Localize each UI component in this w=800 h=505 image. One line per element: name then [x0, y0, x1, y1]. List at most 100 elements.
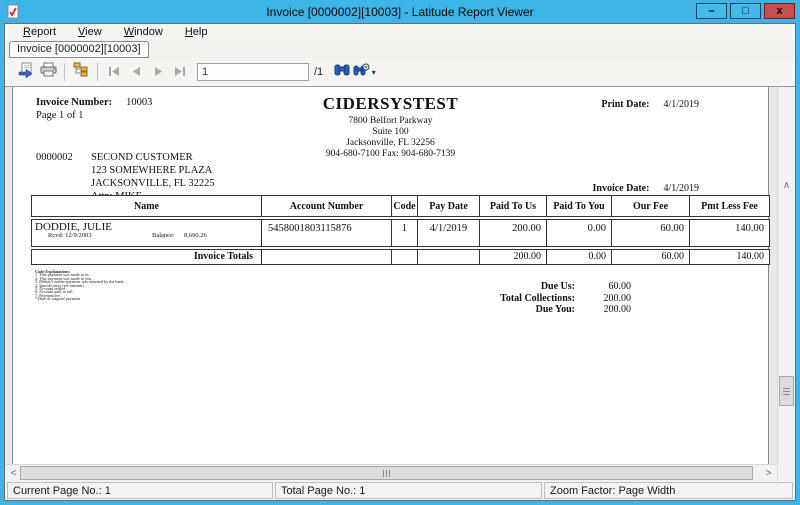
- title-bar: Invoice [0000002][10003] - Latitude Repo…: [0, 0, 800, 23]
- report-left-column: Invoice Number:10003 Page 1 of 1 CIDERSY…: [5, 87, 777, 481]
- total-collections-label: Total Collections:: [455, 293, 575, 305]
- customer-address-line1: 123 SOMEWHERE PLAZA: [91, 164, 215, 177]
- cell-name: DODDIE, JULIE Rcvd: 12/9/2003 Balance: 8…: [32, 220, 262, 246]
- code-explanation-line: * Date of original payment: [35, 297, 126, 300]
- export-button[interactable]: [15, 62, 37, 82]
- vertical-scrollbar[interactable]: ∧ ∨: [777, 87, 795, 481]
- column-header-code: Code: [392, 196, 418, 216]
- totals-empty-pay-date: [418, 250, 480, 264]
- totals-pmt-less-fee: 140.00: [690, 250, 769, 264]
- column-header-our-fee: Our Fee: [612, 196, 690, 216]
- print-date-value: 4/1/2019: [663, 99, 699, 110]
- next-page-icon: [154, 63, 163, 81]
- debtor-received-date: Rcvd: 12/9/2003: [48, 232, 92, 239]
- print-button[interactable]: [37, 62, 59, 82]
- minimize-button[interactable]: –: [696, 3, 727, 19]
- balance-label: Balance:: [152, 232, 175, 239]
- cell-code: 1: [392, 220, 418, 246]
- toolbar-separator: [64, 63, 65, 81]
- due-us-label: Due Us:: [455, 281, 575, 293]
- zoom-binoculars-icon: [353, 63, 370, 81]
- table-header-row: Name Account Number Code Pay Date Paid T…: [31, 195, 770, 217]
- vertical-scrollbar-thumb[interactable]: [779, 376, 794, 406]
- customer-name: SECOND CUSTOMER: [91, 151, 215, 164]
- menu-window[interactable]: Window: [124, 26, 163, 38]
- invoice-totals-label: Invoice Totals: [32, 250, 262, 264]
- company-address-line2: Suite 100: [13, 127, 768, 138]
- last-page-icon: [174, 63, 186, 81]
- minimize-icon: –: [708, 5, 714, 17]
- previous-page-icon: [132, 63, 141, 81]
- next-page-button[interactable]: [147, 62, 169, 82]
- code-explanations: Code Explanations: 1. This payment was m…: [35, 270, 126, 301]
- close-button[interactable]: x: [764, 3, 795, 19]
- cell-account-number: 5458001803115876: [262, 220, 392, 246]
- total-collections-value: 200.00: [575, 293, 631, 305]
- zoom-dropdown-icon[interactable]: ▾: [372, 68, 376, 77]
- status-current-page: Current Page No.: 1: [7, 482, 273, 499]
- cell-pmt-less-fee: 140.00: [690, 220, 769, 246]
- menu-view[interactable]: View: [78, 26, 102, 38]
- status-total-page: Total Page No.: 1: [275, 482, 542, 499]
- totals-our-fee: 60.00: [612, 250, 690, 264]
- cell-pay-date: 4/1/2019: [418, 220, 480, 246]
- table-data-row: DODDIE, JULIE Rcvd: 12/9/2003 Balance: 8…: [31, 219, 770, 247]
- totals-empty-account: [262, 250, 392, 264]
- print-date-block: Print Date: 4/1/2019: [601, 99, 699, 110]
- cell-paid-to-you: 0.00: [547, 220, 612, 246]
- maximize-button[interactable]: □: [730, 3, 761, 19]
- horizontal-scrollbar[interactable]: < >: [5, 464, 777, 481]
- menu-report[interactable]: Report: [23, 26, 56, 38]
- horizontal-scrollbar-thumb[interactable]: [20, 466, 753, 480]
- status-zoom-factor: Zoom Factor: Page Width: [544, 482, 793, 499]
- last-page-button[interactable]: [169, 62, 191, 82]
- page-number-input[interactable]: [197, 63, 309, 81]
- invoice-summary: Due Us: 60.00 Total Collections: 200.00 …: [455, 281, 631, 316]
- first-page-button[interactable]: [103, 62, 125, 82]
- status-bar: Current Page No.: 1 Total Page No.: 1 Zo…: [5, 481, 795, 500]
- toolbar-separator: [97, 63, 98, 81]
- totals-paid-to-you: 0.00: [547, 250, 612, 264]
- print-icon: [40, 62, 57, 82]
- cell-our-fee: 60.00: [612, 220, 690, 246]
- due-us-value: 60.00: [575, 281, 631, 293]
- column-header-account-number: Account Number: [262, 196, 392, 216]
- menu-help[interactable]: Help: [185, 26, 208, 38]
- customer-address-line2: JACKSONVILLE, FL 32225: [91, 177, 215, 190]
- company-address-line1: 7800 Belfort Parkway: [13, 116, 768, 127]
- totals-paid-to-us: 200.00: [480, 250, 547, 264]
- group-tree-icon: [73, 62, 89, 82]
- close-icon: x: [776, 5, 782, 17]
- due-you-value: 200.00: [575, 304, 631, 316]
- window-controls: – □ x: [696, 3, 795, 19]
- invoice-date-block: Invoice Date: 4/1/2019: [593, 183, 700, 194]
- due-you-label: Due You:: [455, 304, 575, 316]
- client-area: Report View Window Help Invoice [0000002…: [4, 23, 796, 501]
- report-viewport: Invoice Number:10003 Page 1 of 1 CIDERSY…: [5, 87, 777, 464]
- tab-invoice[interactable]: Invoice [0000002][10003]: [9, 41, 149, 58]
- scroll-right-icon[interactable]: >: [760, 465, 777, 481]
- report-main-area: Invoice Number:10003 Page 1 of 1 CIDERSY…: [5, 87, 795, 481]
- menu-bar: Report View Window Help: [5, 24, 795, 40]
- print-date-label: Print Date:: [601, 99, 649, 110]
- page-total-label: /1: [314, 66, 323, 78]
- summary-due-you: Due You: 200.00: [455, 304, 631, 316]
- column-header-paid-to-us: Paid To Us: [480, 196, 547, 216]
- summary-due-us: Due Us: 60.00: [455, 281, 631, 293]
- group-tree-button[interactable]: [70, 62, 92, 82]
- scroll-up-icon[interactable]: ∧: [778, 87, 795, 284]
- binoculars-icon: [334, 63, 350, 81]
- export-icon: [18, 62, 35, 83]
- zoom-button[interactable]: ▾: [353, 62, 375, 82]
- invoice-table: Name Account Number Code Pay Date Paid T…: [31, 195, 770, 265]
- totals-empty-code: [392, 250, 418, 264]
- invoice-date-label: Invoice Date:: [593, 183, 650, 194]
- column-header-pmt-less-fee: Pmt Less Fee: [690, 196, 769, 216]
- invoice-date-value: 4/1/2019: [663, 183, 699, 194]
- report-page: Invoice Number:10003 Page 1 of 1 CIDERSY…: [12, 87, 769, 464]
- window-title: Invoice [0000002][10003] - Latitude Repo…: [0, 5, 800, 19]
- previous-page-button[interactable]: [125, 62, 147, 82]
- table-totals-row: Invoice Totals 200.00 0.00 60.00 140.00: [31, 249, 770, 265]
- column-header-paid-to-you: Paid To You: [547, 196, 612, 216]
- find-text-button[interactable]: [331, 62, 353, 82]
